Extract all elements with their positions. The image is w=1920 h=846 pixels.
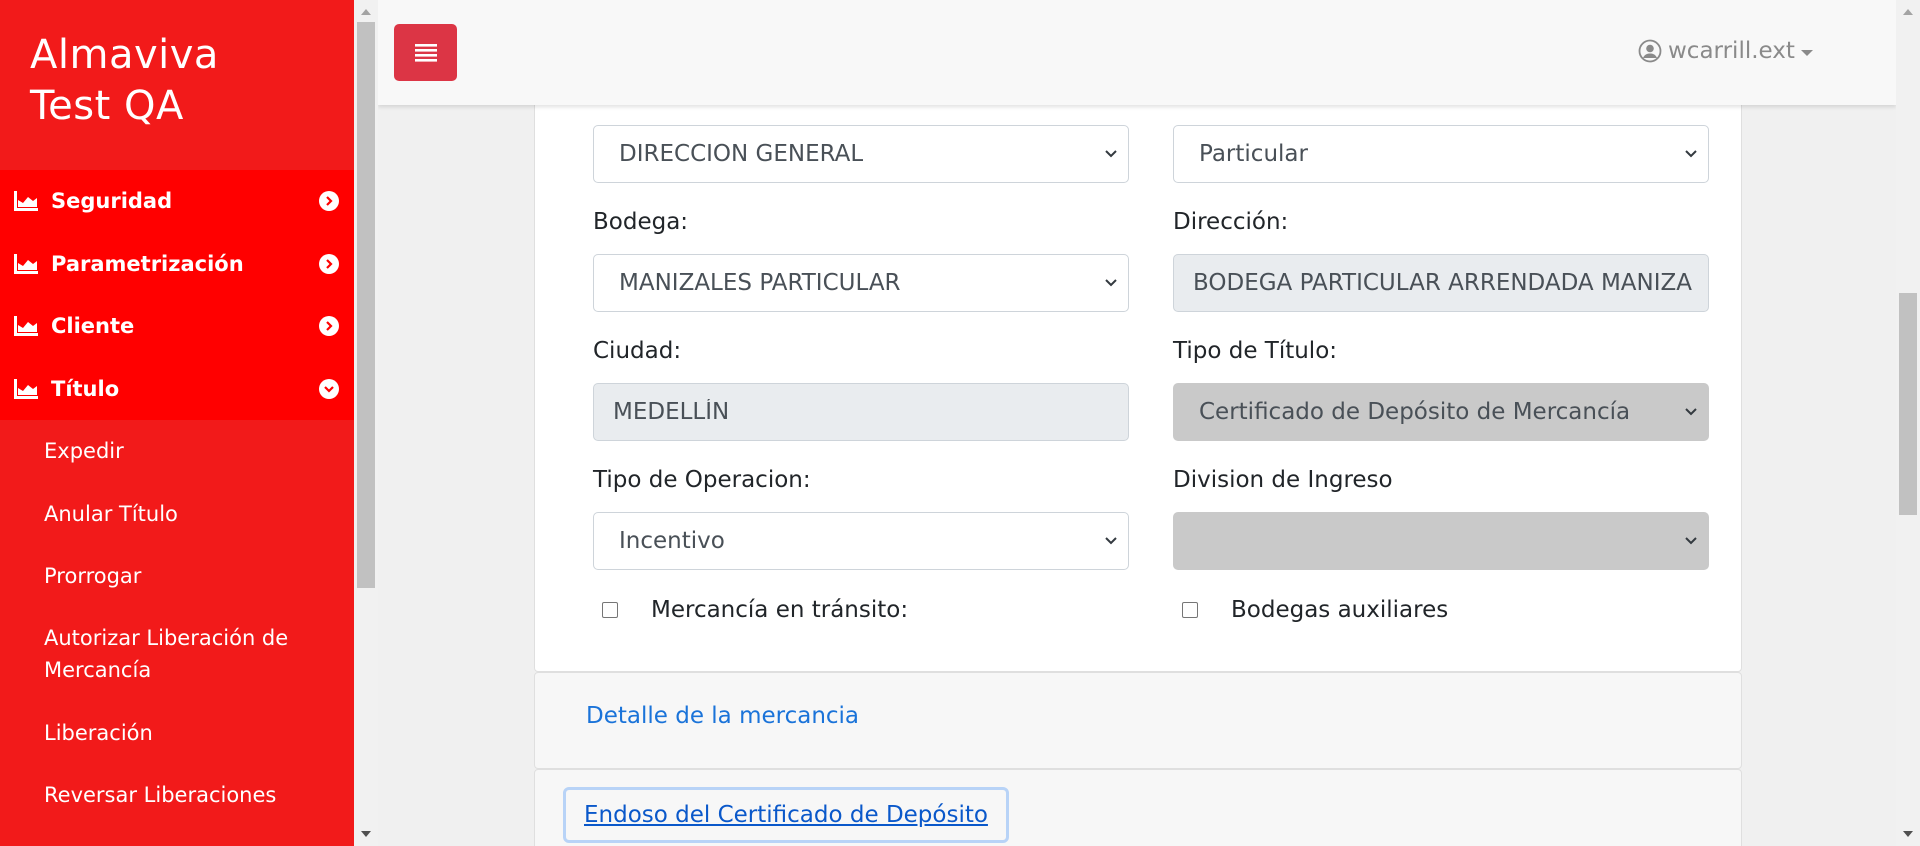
sidebar-item-label: Título: [51, 376, 120, 401]
submenu-item-anular-titulo[interactable]: Anular Título: [0, 483, 354, 546]
titulo-submenu: Expedir Anular Título Prorrogar Autoriza…: [0, 420, 354, 827]
sidebar-item-label: Parametrización: [51, 251, 244, 276]
submenu-item-prorrogar[interactable]: Prorrogar: [0, 545, 354, 608]
select-value: DIRECCION GENERAL: [619, 141, 864, 167]
chevron-down-icon: [319, 378, 339, 399]
caret-down-icon: [1800, 49, 1813, 56]
direccion-field[interactable]: BODEGA PARTICULAR ARRENDADA MANIZALES: [1173, 254, 1709, 312]
tipo-titulo-select[interactable]: Certificado de Depósito de Mercancía: [1173, 383, 1709, 441]
scrollbar-thumb[interactable]: [1899, 293, 1917, 515]
scroll-down-arrow-icon[interactable]: [1903, 831, 1913, 837]
main-content: wcarrill.ext DIRECCION GENERAL Particula…: [378, 0, 1896, 846]
chart-icon: [14, 378, 38, 399]
sidebar-scrollbar[interactable]: [354, 0, 378, 846]
sidebar-item-titulo[interactable]: Título: [0, 357, 354, 420]
top-navbar: wcarrill.ext: [378, 0, 1896, 105]
field-value: BODEGA PARTICULAR ARRENDADA MANIZALES: [1193, 270, 1693, 296]
chart-icon: [14, 253, 38, 274]
username: wcarrill.ext: [1668, 38, 1795, 64]
tipo-operacion-select[interactable]: Incentivo: [593, 512, 1129, 570]
brand-line-2: Test QA: [30, 83, 184, 129]
select-value: Incentivo: [619, 528, 725, 554]
sidebar-item-seguridad[interactable]: Seguridad: [0, 170, 354, 233]
sidebar-item-parametrizacion[interactable]: Parametrización: [0, 232, 354, 295]
bodegas-auxiliares-checkbox[interactable]: [1182, 602, 1198, 618]
submenu-item-expedir[interactable]: Expedir: [0, 420, 354, 483]
select-value: Particular: [1199, 141, 1308, 167]
agencia-select[interactable]: DIRECCION GENERAL: [593, 125, 1129, 183]
chevron-right-icon: [319, 253, 339, 274]
division-ingreso-label: Division de Ingreso: [1173, 467, 1393, 493]
detalle-mercancia-panel: Detalle de la mercancia: [534, 672, 1742, 769]
sidebar-item-label: Seguridad: [51, 189, 173, 214]
scroll-up-arrow-icon[interactable]: [361, 9, 371, 15]
direccion-label: Dirección:: [1173, 209, 1289, 235]
sidebar-menu: Seguridad Parametrización Cliente Título…: [0, 170, 354, 827]
tipo-operacion-label: Tipo de Operacion:: [593, 467, 811, 493]
submenu-item-liberacion[interactable]: Liberación: [0, 702, 354, 765]
chevron-down-icon: [1105, 150, 1117, 158]
chevron-down-icon: [1685, 408, 1697, 416]
bodegas-auxiliares-row: Bodegas auxiliares: [1122, 597, 1448, 623]
scroll-up-arrow-icon[interactable]: [1903, 9, 1913, 15]
scroll-down-arrow-icon[interactable]: [361, 831, 371, 837]
endoso-certificado-button[interactable]: Endoso del Certificado de Depósito: [563, 787, 1009, 843]
sidebar-toggle-button[interactable]: [394, 24, 457, 81]
page-scrollbar[interactable]: [1896, 0, 1920, 846]
chevron-right-icon: [319, 316, 339, 337]
chevron-down-icon: [1105, 279, 1117, 287]
select-value: Certificado de Depósito de Mercancía: [1199, 399, 1631, 425]
tipo-titulo-label: Tipo de Título:: [1173, 338, 1338, 364]
user-dropdown[interactable]: wcarrill.ext: [1638, 38, 1813, 64]
mercancia-transito-label: Mercancía en tránsito:: [651, 597, 909, 623]
ciudad-label: Ciudad:: [593, 338, 682, 364]
bodega-select[interactable]: MANIZALES PARTICULAR: [593, 254, 1129, 312]
chart-icon: [14, 316, 38, 337]
mercancia-transito-row: Mercancía en tránsito:: [542, 597, 908, 623]
submenu-item-reversar-liberaciones[interactable]: Reversar Liberaciones: [0, 764, 354, 827]
select-value: MANIZALES PARTICULAR: [619, 270, 901, 296]
submenu-item-autorizar-liberacion[interactable]: Autorizar Liberación de Mercancía: [0, 608, 354, 702]
detalle-mercancia-link[interactable]: Detalle de la mercancia: [586, 703, 859, 729]
brand-title: Almaviva Test QA: [30, 30, 330, 132]
chevron-down-icon: [1685, 537, 1697, 545]
ciudad-field[interactable]: MEDELLÍN: [593, 383, 1129, 441]
sidebar-item-label: Cliente: [51, 314, 135, 339]
field-value: MEDELLÍN: [613, 399, 730, 425]
chevron-down-icon: [1105, 537, 1117, 545]
bodega-label: Bodega:: [593, 209, 689, 235]
brand-line-1: Almaviva: [30, 32, 219, 78]
bodegas-auxiliares-label: Bodegas auxiliares: [1231, 597, 1449, 623]
user-circle-icon: [1638, 39, 1662, 63]
scrollbar-thumb[interactable]: [357, 22, 375, 588]
chevron-down-icon: [1685, 150, 1697, 158]
sidebar-item-cliente[interactable]: Cliente: [0, 295, 354, 358]
division-ingreso-select[interactable]: [1173, 512, 1709, 570]
form-card: DIRECCION GENERAL Particular Bodega: MAN…: [534, 60, 1742, 672]
tipo-bodega-select[interactable]: Particular: [1173, 125, 1709, 183]
chart-icon: [14, 191, 38, 212]
chevron-right-icon: [319, 191, 339, 212]
menu-icon: [414, 43, 437, 62]
mercancia-transito-checkbox[interactable]: [602, 602, 618, 618]
endoso-panel: Endoso del Certificado de Depósito: [534, 769, 1742, 846]
sidebar: Almaviva Test QA Seguridad Parametrizaci…: [0, 0, 354, 846]
